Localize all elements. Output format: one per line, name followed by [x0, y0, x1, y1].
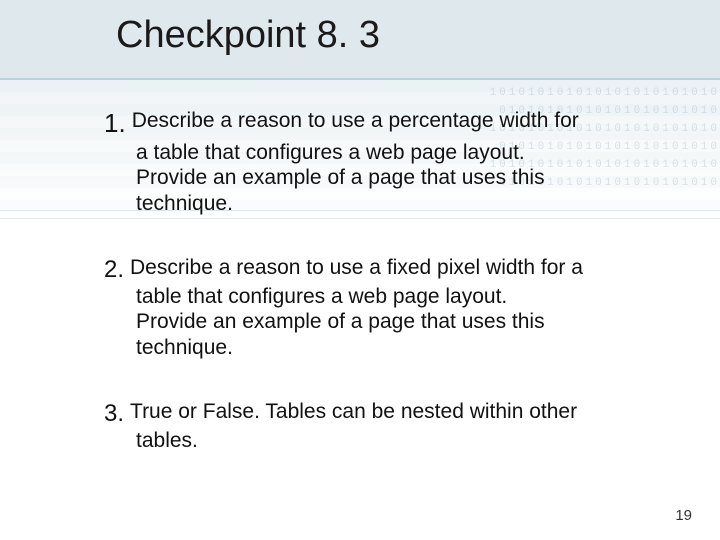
item-number: 2. — [104, 255, 124, 284]
item-text: Provide an example of a page that uses t… — [136, 165, 666, 191]
slide-title: Checkpoint 8. 3 — [116, 14, 380, 57]
item-text: tables. — [136, 428, 666, 454]
item-number: 1. — [104, 108, 126, 140]
item-text: Describe a reason to use a fixed pixel w… — [130, 256, 583, 279]
item-text: True or False. Tables can be nested with… — [130, 400, 577, 423]
item-text: technique. — [136, 191, 666, 217]
slide: 101010101010101010101010 010101010101010… — [0, 0, 720, 540]
list-item: 2. Describe a reason to use a fixed pixel… — [104, 255, 666, 361]
item-text: Provide an example of a page that uses t… — [136, 309, 666, 335]
item-text: a table that configures a web page layou… — [136, 140, 666, 166]
item-text: table that configures a web page layout. — [136, 284, 666, 310]
item-text: technique. — [136, 335, 666, 361]
slide-body: 1. Describe a reason to use a percentage … — [104, 108, 666, 484]
list-item: 1. Describe a reason to use a percentage … — [104, 108, 666, 217]
page-number: 19 — [675, 507, 692, 524]
item-text: Describe a reason to use a percentage wi… — [132, 109, 579, 132]
item-number: 3. — [104, 399, 124, 428]
list-item: 3. True or False. Tables can be nested wi… — [104, 399, 666, 454]
